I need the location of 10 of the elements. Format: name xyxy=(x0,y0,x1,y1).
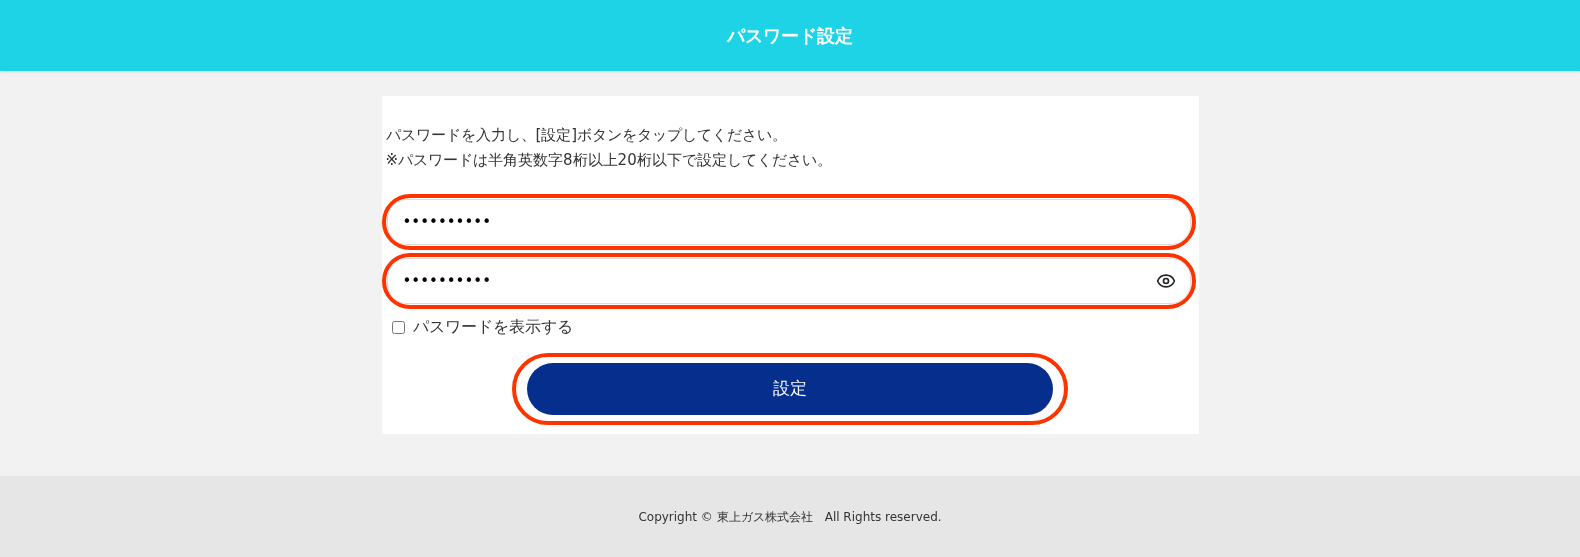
eye-icon[interactable] xyxy=(1155,271,1176,291)
submit-button[interactable]: 設定 xyxy=(527,363,1053,415)
instruction-text: ※パスワードは半角英数字8桁以上20桁以下で設定してください。 xyxy=(385,150,833,171)
page-title: パスワード設定 xyxy=(727,24,853,48)
show-password-checkbox[interactable] xyxy=(391,320,405,334)
password-field[interactable]: •••••••••• xyxy=(386,199,1191,245)
password-field[interactable]: •••••••••• xyxy=(386,258,1191,304)
instruction-text: パスワードを入力し、[設定]ボタンをタップしてください。 xyxy=(385,125,789,146)
copyright-text: Copyright © 東上ガス株式会社 All Rights reserved. xyxy=(638,508,942,526)
checkbox-label: パスワードを表示する xyxy=(412,316,573,338)
